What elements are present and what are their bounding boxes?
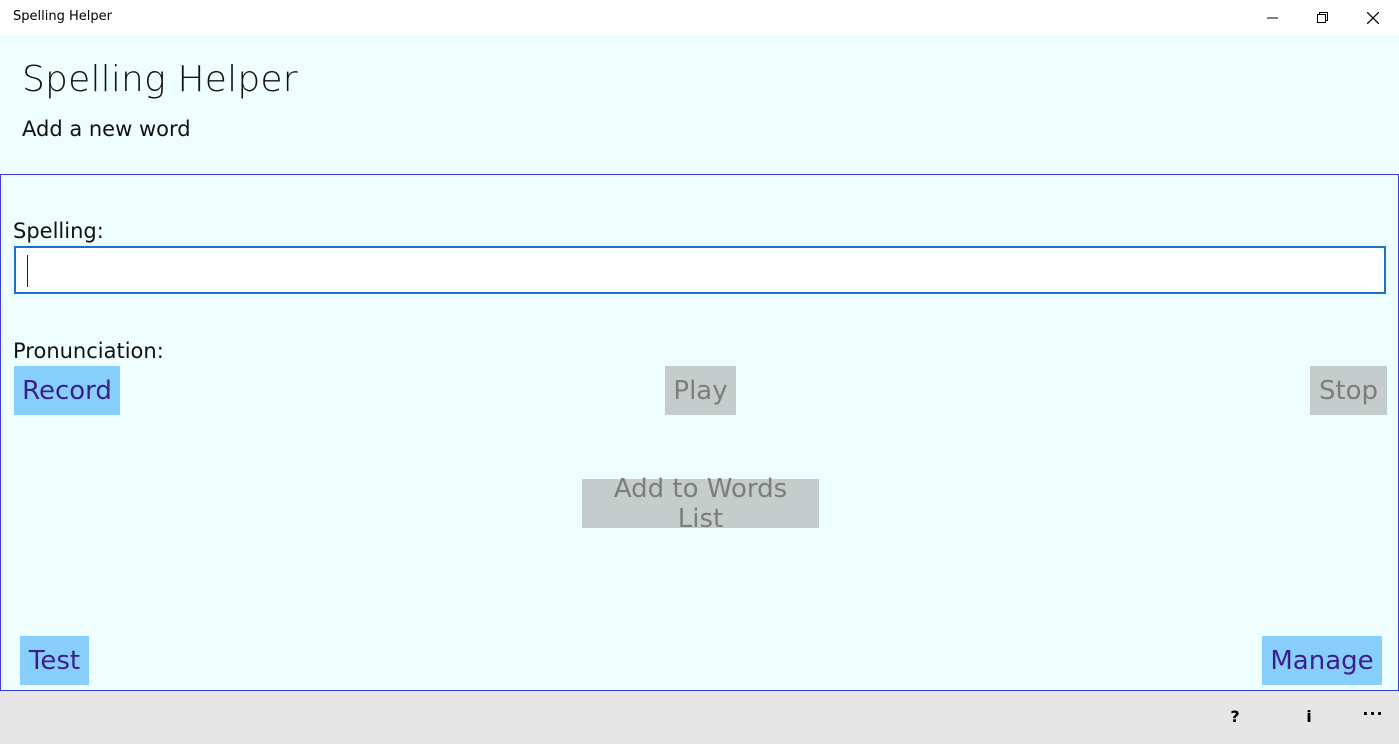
restore-icon (1317, 11, 1328, 23)
minimize-button[interactable] (1248, 0, 1298, 35)
page-subtitle: Add a new word (22, 117, 191, 141)
info-icon[interactable]: i (1294, 707, 1324, 726)
window-title: Spelling Helper (13, 9, 112, 24)
restore-button[interactable] (1298, 0, 1348, 35)
pronunciation-label: Pronunciation: (13, 339, 164, 363)
record-button[interactable]: Record (14, 366, 120, 415)
close-icon (1367, 11, 1379, 24)
page-header: Spelling Helper Add a new word (0, 35, 1399, 174)
text-caret (27, 255, 28, 287)
page-title: Spelling Helper (22, 59, 298, 100)
add-word-panel: Spelling: Pronunciation: Record Play Sto… (0, 174, 1399, 691)
play-button[interactable]: Play (665, 366, 736, 415)
title-bar: Spelling Helper (0, 0, 1399, 35)
manage-button[interactable]: Manage (1262, 636, 1382, 685)
more-icon[interactable]: ··· (1358, 704, 1388, 723)
close-button[interactable] (1348, 0, 1398, 35)
test-button[interactable]: Test (20, 636, 89, 685)
add-to-words-list-button[interactable]: Add to Words List (582, 474, 819, 534)
spelling-input[interactable] (14, 246, 1386, 294)
help-icon[interactable]: ? (1220, 707, 1250, 726)
command-bar: ? i ··· (0, 691, 1399, 744)
minimize-icon (1267, 17, 1278, 18)
stop-button[interactable]: Stop (1310, 366, 1387, 415)
spelling-label: Spelling: (13, 219, 104, 243)
